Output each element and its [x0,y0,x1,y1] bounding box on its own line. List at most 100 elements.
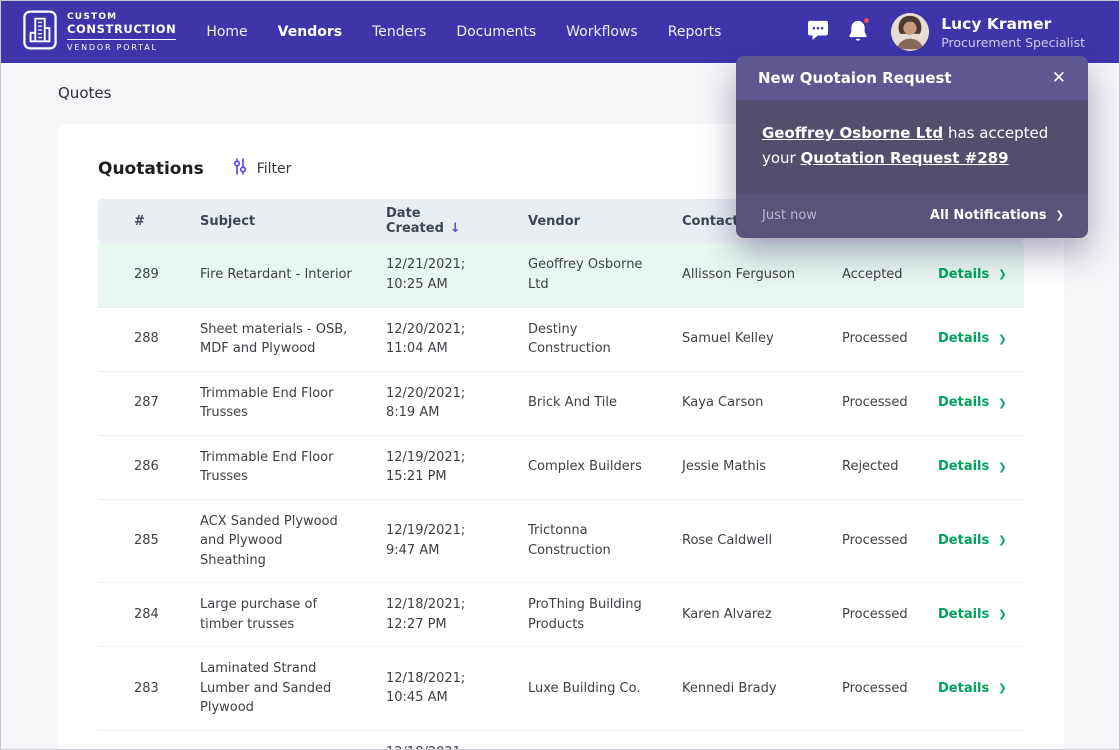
quote-vendor: Complex Builders [508,435,662,500]
quote-contact: Karen Alvarez [662,582,822,647]
notification-toast: New Quotaion Request ✕ Geoffrey Osborne … [736,56,1088,238]
quote-date-created: 12/21/2021; 10:25 AM [366,243,508,308]
table-row: 284 Large purchase of timber trusses 12/18… [98,582,1024,647]
notifications-button[interactable] [848,15,872,46]
quotation-request-link[interactable]: Quotation Request #289 [801,149,1009,167]
quote-date-created: 12/18/2021; 12:27 PM [366,582,508,647]
toast-message: Geoffrey Osborne Ltd has accepted your Q… [736,100,1088,194]
filter-button[interactable]: Filter [232,158,291,179]
quote-number: 288 [98,307,180,372]
vendor-link[interactable]: Geoffrey Osborne Ltd [762,124,943,142]
quote-number: 289 [98,243,180,308]
nav-item-reports[interactable]: Reports [668,24,722,40]
table-row: 287 Trimmable End Floor Trusses 12/20/2021… [98,371,1024,436]
details-button[interactable]: Details ❯ [938,531,1007,551]
close-icon[interactable]: ✕ [1052,69,1066,87]
chevron-right-icon: ❯ [1055,210,1064,221]
quote-vendor: ProThing Building Products [508,582,662,647]
quote-subject: Large purchase of timber trusses [180,582,366,647]
user-text: Lucy Kramer Procurement Specialist [941,14,1085,49]
details-button[interactable]: Details ❯ [938,329,1007,349]
details-button[interactable]: Details ❯ [938,679,1007,699]
quote-status: Processed [822,646,918,731]
col-header-subject: Subject [180,199,366,243]
toast-footer: Just now All Notifications ❯ [736,193,1088,238]
toast-timestamp: Just now [762,208,817,223]
table-row: 286 Trimmable End Floor Trusses 12/19/2021… [98,435,1024,500]
quote-subject: Laminated Strand Lumber and Sanded Plywo… [180,646,366,731]
nav-item-documents[interactable]: Documents [456,24,536,40]
nav-item-vendors[interactable]: Vendors [278,24,342,40]
chevron-right-icon: ❯ [998,269,1007,281]
quote-subject: I-Joists 90 Series [180,730,366,749]
quote-status: Accepted [822,243,918,308]
nav-item-tenders[interactable]: Tenders [372,24,426,40]
quote-subject: ACX Sanded Plywood and Plywood Sheathing [180,499,366,583]
top-navbar: CUSTOM CONSTRUCTION VENDOR PORTAL Home Ve… [1,1,1119,63]
details-button[interactable]: Details ❯ [938,605,1007,625]
user-menu[interactable]: Lucy Kramer Procurement Specialist [891,13,1085,51]
all-notifications-link[interactable]: All Notifications ❯ [930,208,1064,223]
details-label: Details [938,533,990,548]
chevron-right-icon: ❯ [998,397,1007,409]
quote-status: Processed [822,499,918,583]
quote-date-created: 12/19/2021; 15:21 PM [366,435,508,500]
quote-subject: Trimmable End Floor Trusses [180,435,366,500]
col-header-date-created[interactable]: Date Created ↓ [366,199,508,243]
quote-number: 285 [98,499,180,583]
quote-subject: Trimmable End Floor Trusses [180,371,366,436]
quote-contact: Allisson Ferguson [662,243,822,308]
table-row: 288 Sheet materials - OSB, MDF and Plywoo… [98,307,1024,372]
quote-contact: Jessie Mathis [662,435,822,500]
chevron-right-icon: ❯ [998,461,1007,473]
chevron-right-icon: ❯ [998,609,1007,620]
details-button[interactable]: Details ❯ [938,457,1007,477]
quote-details-cell: Details ❯ [918,435,1024,500]
toast-title: New Quotaion Request [758,69,952,87]
nav-item-workflows[interactable]: Workflows [566,24,638,40]
quote-status: Processed [822,307,918,372]
details-button[interactable]: Details ❯ [938,393,1007,413]
quote-date-created: 12/20/2021; 8:19 AM [366,371,508,436]
quote-status: Processed [822,582,918,647]
user-role: Procurement Specialist [941,34,1085,50]
quote-details-cell: Details❯ [918,730,1024,749]
quote-details-cell: Details❯ [918,646,1024,731]
chevron-right-icon: ❯ [998,333,1007,345]
sort-desc-icon[interactable]: ↓ [450,221,461,236]
quote-number: 282 [98,730,180,749]
table-row: 282I-Joists 90 Series12/18/2021; 8:12 AM… [98,730,1024,749]
details-button[interactable]: Details ❯ [938,265,1007,285]
logo-line-3: VENDOR PORTAL [67,43,158,52]
table-row: 283 Laminated Strand Lumber and Sanded Pl… [98,646,1024,731]
details-label: Details [938,395,990,411]
details-label: Details [938,331,990,347]
logo-text: CUSTOM CONSTRUCTION VENDOR PORTAL [67,12,177,52]
company-logo[interactable]: CUSTOM CONSTRUCTION VENDOR PORTAL [23,10,177,54]
quotations-table: # Subject Date Created↓ Vendor Contact S… [98,199,1024,749]
quote-vendor: Destiny Construction [508,307,662,372]
details-label: Details [938,459,990,475]
messages-button[interactable] [807,20,829,44]
quote-vendor: Signix Roofing [508,730,662,749]
quote-date-created: 12/18/2021; 8:12 AM [366,730,508,749]
details-label: Details [938,606,990,622]
filter-icon [232,158,248,179]
quote-subject: Fire Retardant - Interior [180,243,366,308]
quote-status: Processed [822,730,918,749]
quote-status: Processed [822,371,918,436]
quote-number: 284 [98,582,180,647]
quote-contact: Kennedi Brady [662,646,822,731]
avatar[interactable] [891,13,930,51]
quote-vendor: Trictonna Construction [508,499,662,583]
col-header-id: # [98,199,180,243]
quote-details-cell: Details ❯ [918,243,1024,308]
quote-contact: Kaya Carson [662,371,822,436]
quote-details-cell: Details ❯ [918,307,1024,372]
quote-details-cell: Details ❯ [918,582,1024,647]
toast-header: New Quotaion Request ✕ [736,56,1088,100]
notification-dot [862,15,872,25]
details-label: Details [938,267,990,282]
building-icon [23,10,57,54]
nav-item-home[interactable]: Home [206,24,247,40]
